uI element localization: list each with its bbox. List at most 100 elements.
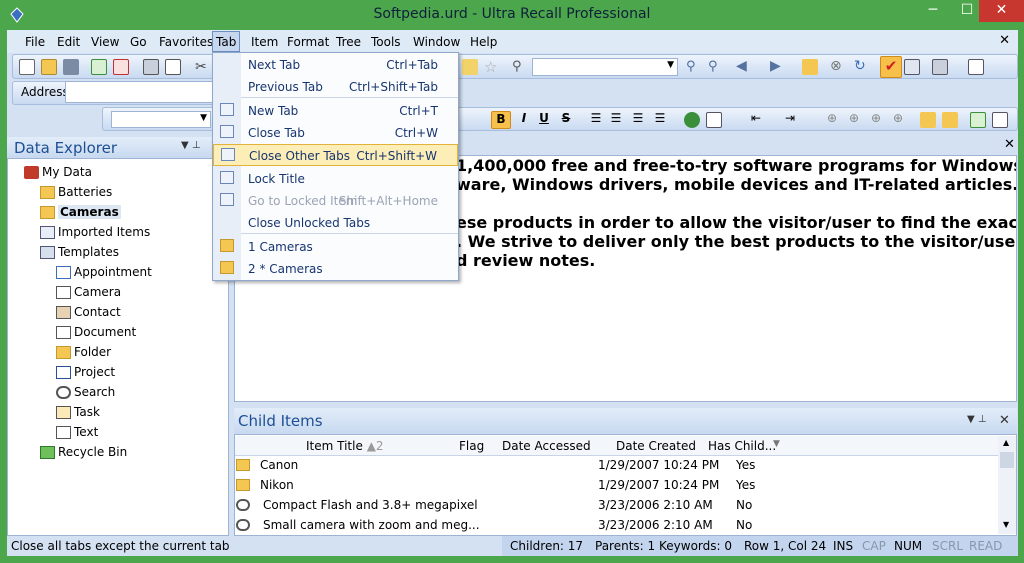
chevron-down-icon[interactable]: ▼ (200, 113, 207, 123)
find-icon[interactable]: ⚲ (686, 59, 702, 75)
print-preview-icon[interactable] (165, 59, 181, 75)
menu-tree[interactable]: Tree (336, 35, 361, 51)
tab-menu-item[interactable]: 1 Cameras (213, 236, 458, 258)
tree-item[interactable]: My Data (24, 165, 92, 183)
address-input[interactable] (65, 81, 225, 103)
new-icon[interactable] (19, 59, 35, 75)
menu-help[interactable]: Help (470, 35, 497, 51)
menu-file[interactable]: File (25, 35, 45, 51)
menu-go[interactable]: Go (130, 35, 147, 51)
tab-menu-item[interactable]: Previous Tab Ctrl+Shift+Tab (213, 76, 458, 98)
bold-icon[interactable]: B (491, 111, 511, 129)
move-down-icon[interactable]: ⊕ (846, 111, 862, 127)
minimize-button[interactable]: ─ (917, 0, 949, 22)
tree-item[interactable]: Cameras (40, 205, 121, 223)
menu-item[interactable]: Item (251, 35, 278, 51)
print-icon[interactable] (143, 59, 159, 75)
forward-icon[interactable]: ▶ (770, 58, 786, 74)
menu-window[interactable]: Window (413, 35, 460, 51)
outdent-icon[interactable]: ☰ (630, 111, 646, 127)
hyperlink-icon[interactable] (684, 112, 700, 128)
content-close-icon[interactable]: ✕ (1004, 137, 1015, 152)
new-item-icon[interactable] (91, 59, 107, 75)
menu-format[interactable]: Format (287, 35, 329, 51)
stop-icon[interactable]: ⊗ (830, 58, 846, 74)
tree-item[interactable]: Contact (56, 305, 121, 323)
chevron-down-icon[interactable]: ▼ (773, 439, 780, 449)
move-up-icon[interactable]: ⊕ (824, 111, 840, 127)
favorite-star-icon[interactable]: ☆ (484, 58, 500, 76)
export-icon[interactable] (970, 112, 986, 128)
move-last-icon[interactable]: ⊕ (890, 111, 906, 127)
find-next-icon[interactable]: ⚲ (708, 59, 724, 75)
font-select[interactable]: ▼ (111, 111, 211, 128)
scroll-up-icon[interactable]: ▲ (1003, 438, 1009, 447)
cut-icon[interactable]: ✂ (195, 59, 211, 75)
tree-item[interactable]: Imported Items (40, 225, 150, 243)
tab-menu-item[interactable]: New Tab Ctrl+T (213, 100, 458, 122)
tree-item[interactable]: Camera (56, 285, 121, 303)
tree-item[interactable]: Project (56, 365, 115, 383)
menu-edit[interactable]: Edit (57, 35, 80, 51)
menu-favorites[interactable]: Favorites (159, 35, 213, 51)
open-icon[interactable] (41, 59, 57, 75)
tree-item[interactable]: Folder (56, 345, 111, 363)
child-items-scrollbar[interactable]: ▲ ▼ (998, 436, 1016, 534)
search-tool-icon[interactable]: ⚲ (512, 59, 528, 75)
table-icon[interactable] (706, 112, 722, 128)
back-icon[interactable]: ◀ (736, 58, 752, 74)
move-left-icon[interactable]: ⇤ (748, 111, 764, 127)
numbered-list-icon[interactable]: ☰ (608, 111, 624, 127)
save-icon[interactable] (63, 59, 79, 75)
book-icon[interactable] (968, 59, 984, 75)
tree-item[interactable]: Batteries (40, 185, 112, 203)
col-has-children[interactable]: Has Child... (708, 439, 776, 453)
underline-icon[interactable]: U (536, 111, 552, 127)
menu-tools[interactable]: Tools (371, 35, 401, 51)
view-icon[interactable] (904, 59, 920, 75)
tab-menu-item[interactable]: Go to Locked Item Shift+Alt+Home (213, 190, 458, 212)
scroll-down-icon[interactable]: ▼ (1003, 520, 1009, 529)
strikethrough-icon[interactable]: S (558, 111, 574, 127)
menu-view[interactable]: View (91, 35, 119, 51)
col-flag[interactable]: Flag (459, 439, 484, 453)
italic-icon[interactable]: I (516, 111, 532, 127)
layout-icon[interactable] (932, 59, 948, 75)
tab-menu-item[interactable]: 2 * Cameras (213, 258, 458, 280)
tree-item[interactable]: Text (56, 425, 98, 443)
tab-menu-item[interactable]: Next Tab Ctrl+Tab (213, 54, 458, 76)
tab-menu-item[interactable]: Close Tab Ctrl+W (213, 122, 458, 144)
indent-icon[interactable]: ☰ (652, 111, 668, 127)
attach-link-icon[interactable] (942, 112, 958, 128)
close-panel-icon[interactable]: ✕ (999, 413, 1010, 428)
menu-tab[interactable]: Tab (212, 31, 241, 52)
maximize-button[interactable]: ☐ (952, 0, 982, 22)
tree-item[interactable]: Templates (40, 245, 119, 263)
col-date-accessed[interactable]: Date Accessed (502, 439, 591, 453)
close-window-button[interactable]: ✕ (979, 0, 1024, 22)
tab-menu-item[interactable]: Close Unlocked Tabs (213, 212, 458, 234)
col-date-created[interactable]: Date Created (616, 439, 696, 453)
tab-menu-item[interactable]: Lock Title (213, 168, 458, 190)
tree-item[interactable]: Recycle Bin (40, 445, 127, 463)
menu-close-icon[interactable]: ✕ (999, 33, 1010, 48)
refresh-icon[interactable]: ↻ (854, 58, 870, 74)
up-folder-icon[interactable] (802, 59, 818, 75)
tree-item[interactable]: Search (56, 385, 115, 403)
edit-icon[interactable] (462, 59, 478, 75)
scroll-thumb[interactable] (1000, 452, 1014, 468)
import-icon[interactable] (992, 112, 1008, 128)
checkmark-icon[interactable]: ✔ (880, 56, 902, 78)
move-first-icon[interactable]: ⊕ (868, 111, 884, 127)
tree-item[interactable]: Appointment (56, 265, 152, 283)
bullet-list-icon[interactable]: ☰ (588, 111, 604, 127)
col-item-title[interactable]: Item Title ▲2 (306, 439, 384, 453)
delete-item-icon[interactable] (113, 59, 129, 75)
chevron-down-icon[interactable]: ▼ (667, 60, 674, 70)
attach-icon[interactable] (920, 112, 936, 128)
search-combo[interactable]: ▼ (532, 58, 678, 76)
move-right-icon[interactable]: ⇥ (782, 111, 798, 127)
tree-item[interactable]: Task (56, 405, 100, 423)
tree-item[interactable]: Document (56, 325, 136, 343)
tab-menu-item[interactable]: Close Other Tabs Ctrl+Shift+W (213, 144, 458, 166)
